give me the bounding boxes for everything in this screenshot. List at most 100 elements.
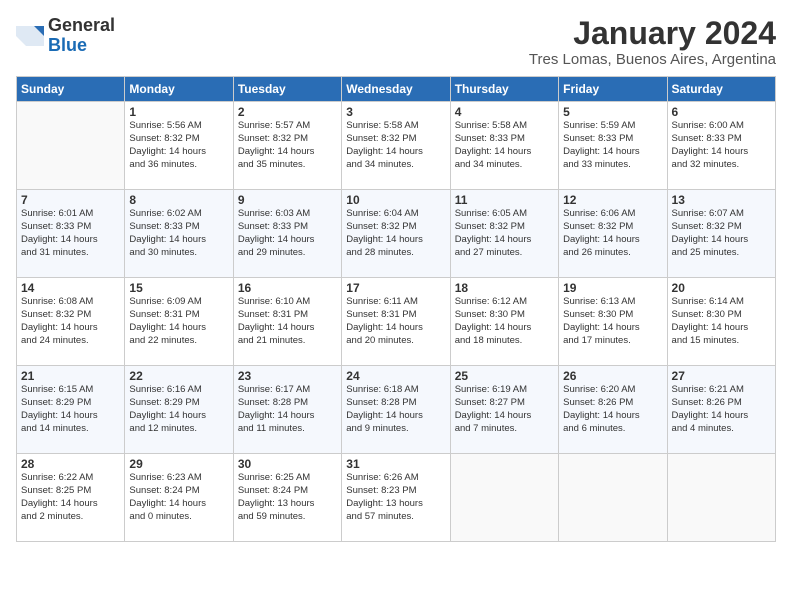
day-number: 20 (672, 281, 771, 295)
day-info: Sunrise: 6:25 AMSunset: 8:24 PMDaylight:… (238, 472, 337, 523)
day-info: Sunrise: 6:03 AMSunset: 8:33 PMDaylight:… (238, 208, 337, 259)
logo-general-label: General (48, 16, 115, 36)
day-info: Sunrise: 6:18 AMSunset: 8:28 PMDaylight:… (346, 384, 445, 435)
day-number: 7 (21, 193, 120, 207)
calendar-table: SundayMondayTuesdayWednesdayThursdayFrid… (16, 76, 776, 542)
day-number: 21 (21, 369, 120, 383)
logo-blue-label: Blue (48, 36, 115, 56)
column-header-sunday: Sunday (17, 77, 125, 102)
week-row-2: 7Sunrise: 6:01 AMSunset: 8:33 PMDaylight… (17, 190, 776, 278)
day-number: 26 (563, 369, 662, 383)
day-info: Sunrise: 6:22 AMSunset: 8:25 PMDaylight:… (21, 472, 120, 523)
day-info: Sunrise: 6:04 AMSunset: 8:32 PMDaylight:… (346, 208, 445, 259)
calendar-cell: 8Sunrise: 6:02 AMSunset: 8:33 PMDaylight… (125, 190, 233, 278)
day-info: Sunrise: 6:13 AMSunset: 8:30 PMDaylight:… (563, 296, 662, 347)
day-number: 5 (563, 105, 662, 119)
week-row-3: 14Sunrise: 6:08 AMSunset: 8:32 PMDayligh… (17, 278, 776, 366)
day-info: Sunrise: 6:00 AMSunset: 8:33 PMDaylight:… (672, 120, 771, 171)
day-number: 11 (455, 193, 554, 207)
calendar-cell: 21Sunrise: 6:15 AMSunset: 8:29 PMDayligh… (17, 366, 125, 454)
calendar-cell: 17Sunrise: 6:11 AMSunset: 8:31 PMDayligh… (342, 278, 450, 366)
day-number: 6 (672, 105, 771, 119)
calendar-cell: 5Sunrise: 5:59 AMSunset: 8:33 PMDaylight… (559, 102, 667, 190)
day-info: Sunrise: 5:57 AMSunset: 8:32 PMDaylight:… (238, 120, 337, 171)
week-row-4: 21Sunrise: 6:15 AMSunset: 8:29 PMDayligh… (17, 366, 776, 454)
day-info: Sunrise: 5:58 AMSunset: 8:32 PMDaylight:… (346, 120, 445, 171)
calendar-cell: 13Sunrise: 6:07 AMSunset: 8:32 PMDayligh… (667, 190, 775, 278)
calendar-cell (559, 454, 667, 542)
day-number: 12 (563, 193, 662, 207)
calendar-cell: 23Sunrise: 6:17 AMSunset: 8:28 PMDayligh… (233, 366, 341, 454)
day-info: Sunrise: 6:16 AMSunset: 8:29 PMDaylight:… (129, 384, 228, 435)
calendar-cell (17, 102, 125, 190)
day-number: 13 (672, 193, 771, 207)
column-header-monday: Monday (125, 77, 233, 102)
day-number: 1 (129, 105, 228, 119)
day-number: 9 (238, 193, 337, 207)
calendar-cell: 31Sunrise: 6:26 AMSunset: 8:23 PMDayligh… (342, 454, 450, 542)
day-info: Sunrise: 6:21 AMSunset: 8:26 PMDaylight:… (672, 384, 771, 435)
day-number: 17 (346, 281, 445, 295)
calendar-cell: 25Sunrise: 6:19 AMSunset: 8:27 PMDayligh… (450, 366, 558, 454)
week-row-1: 1Sunrise: 5:56 AMSunset: 8:32 PMDaylight… (17, 102, 776, 190)
day-number: 10 (346, 193, 445, 207)
calendar-cell: 14Sunrise: 6:08 AMSunset: 8:32 PMDayligh… (17, 278, 125, 366)
calendar-cell: 16Sunrise: 6:10 AMSunset: 8:31 PMDayligh… (233, 278, 341, 366)
day-number: 25 (455, 369, 554, 383)
day-info: Sunrise: 5:56 AMSunset: 8:32 PMDaylight:… (129, 120, 228, 171)
day-number: 23 (238, 369, 337, 383)
calendar-cell: 7Sunrise: 6:01 AMSunset: 8:33 PMDaylight… (17, 190, 125, 278)
day-number: 16 (238, 281, 337, 295)
day-info: Sunrise: 6:17 AMSunset: 8:28 PMDaylight:… (238, 384, 337, 435)
day-info: Sunrise: 6:06 AMSunset: 8:32 PMDaylight:… (563, 208, 662, 259)
day-number: 28 (21, 457, 120, 471)
day-number: 30 (238, 457, 337, 471)
day-number: 14 (21, 281, 120, 295)
calendar-cell (450, 454, 558, 542)
column-header-saturday: Saturday (667, 77, 775, 102)
calendar-cell: 11Sunrise: 6:05 AMSunset: 8:32 PMDayligh… (450, 190, 558, 278)
day-info: Sunrise: 6:07 AMSunset: 8:32 PMDaylight:… (672, 208, 771, 259)
calendar-cell: 26Sunrise: 6:20 AMSunset: 8:26 PMDayligh… (559, 366, 667, 454)
day-number: 27 (672, 369, 771, 383)
calendar-cell: 20Sunrise: 6:14 AMSunset: 8:30 PMDayligh… (667, 278, 775, 366)
calendar-cell: 24Sunrise: 6:18 AMSunset: 8:28 PMDayligh… (342, 366, 450, 454)
column-header-thursday: Thursday (450, 77, 558, 102)
calendar-cell: 12Sunrise: 6:06 AMSunset: 8:32 PMDayligh… (559, 190, 667, 278)
day-number: 4 (455, 105, 554, 119)
calendar-cell: 15Sunrise: 6:09 AMSunset: 8:31 PMDayligh… (125, 278, 233, 366)
day-info: Sunrise: 6:08 AMSunset: 8:32 PMDaylight:… (21, 296, 120, 347)
title-area: January 2024 Tres Lomas, Buenos Aires, A… (529, 16, 776, 68)
week-row-5: 28Sunrise: 6:22 AMSunset: 8:25 PMDayligh… (17, 454, 776, 542)
column-header-wednesday: Wednesday (342, 77, 450, 102)
day-info: Sunrise: 6:19 AMSunset: 8:27 PMDaylight:… (455, 384, 554, 435)
calendar-cell: 1Sunrise: 5:56 AMSunset: 8:32 PMDaylight… (125, 102, 233, 190)
calendar-cell: 9Sunrise: 6:03 AMSunset: 8:33 PMDaylight… (233, 190, 341, 278)
day-info: Sunrise: 6:02 AMSunset: 8:33 PMDaylight:… (129, 208, 228, 259)
calendar-cell: 6Sunrise: 6:00 AMSunset: 8:33 PMDaylight… (667, 102, 775, 190)
calendar-cell: 30Sunrise: 6:25 AMSunset: 8:24 PMDayligh… (233, 454, 341, 542)
day-number: 2 (238, 105, 337, 119)
day-info: Sunrise: 6:12 AMSunset: 8:30 PMDaylight:… (455, 296, 554, 347)
calendar-cell: 22Sunrise: 6:16 AMSunset: 8:29 PMDayligh… (125, 366, 233, 454)
calendar-cell: 3Sunrise: 5:58 AMSunset: 8:32 PMDaylight… (342, 102, 450, 190)
column-header-tuesday: Tuesday (233, 77, 341, 102)
location-label: Tres Lomas, Buenos Aires, Argentina (529, 51, 776, 68)
day-number: 15 (129, 281, 228, 295)
day-number: 31 (346, 457, 445, 471)
column-header-friday: Friday (559, 77, 667, 102)
calendar-cell: 2Sunrise: 5:57 AMSunset: 8:32 PMDaylight… (233, 102, 341, 190)
day-number: 18 (455, 281, 554, 295)
day-info: Sunrise: 5:59 AMSunset: 8:33 PMDaylight:… (563, 120, 662, 171)
calendar-cell: 29Sunrise: 6:23 AMSunset: 8:24 PMDayligh… (125, 454, 233, 542)
day-info: Sunrise: 6:20 AMSunset: 8:26 PMDaylight:… (563, 384, 662, 435)
calendar-cell: 4Sunrise: 5:58 AMSunset: 8:33 PMDaylight… (450, 102, 558, 190)
calendar-cell (667, 454, 775, 542)
day-info: Sunrise: 6:23 AMSunset: 8:24 PMDaylight:… (129, 472, 228, 523)
page-header: General Blue January 2024 Tres Lomas, Bu… (16, 16, 776, 68)
logo-text: General Blue (48, 16, 115, 56)
month-title: January 2024 (529, 16, 776, 51)
day-info: Sunrise: 6:15 AMSunset: 8:29 PMDaylight:… (21, 384, 120, 435)
calendar-cell: 27Sunrise: 6:21 AMSunset: 8:26 PMDayligh… (667, 366, 775, 454)
day-number: 19 (563, 281, 662, 295)
